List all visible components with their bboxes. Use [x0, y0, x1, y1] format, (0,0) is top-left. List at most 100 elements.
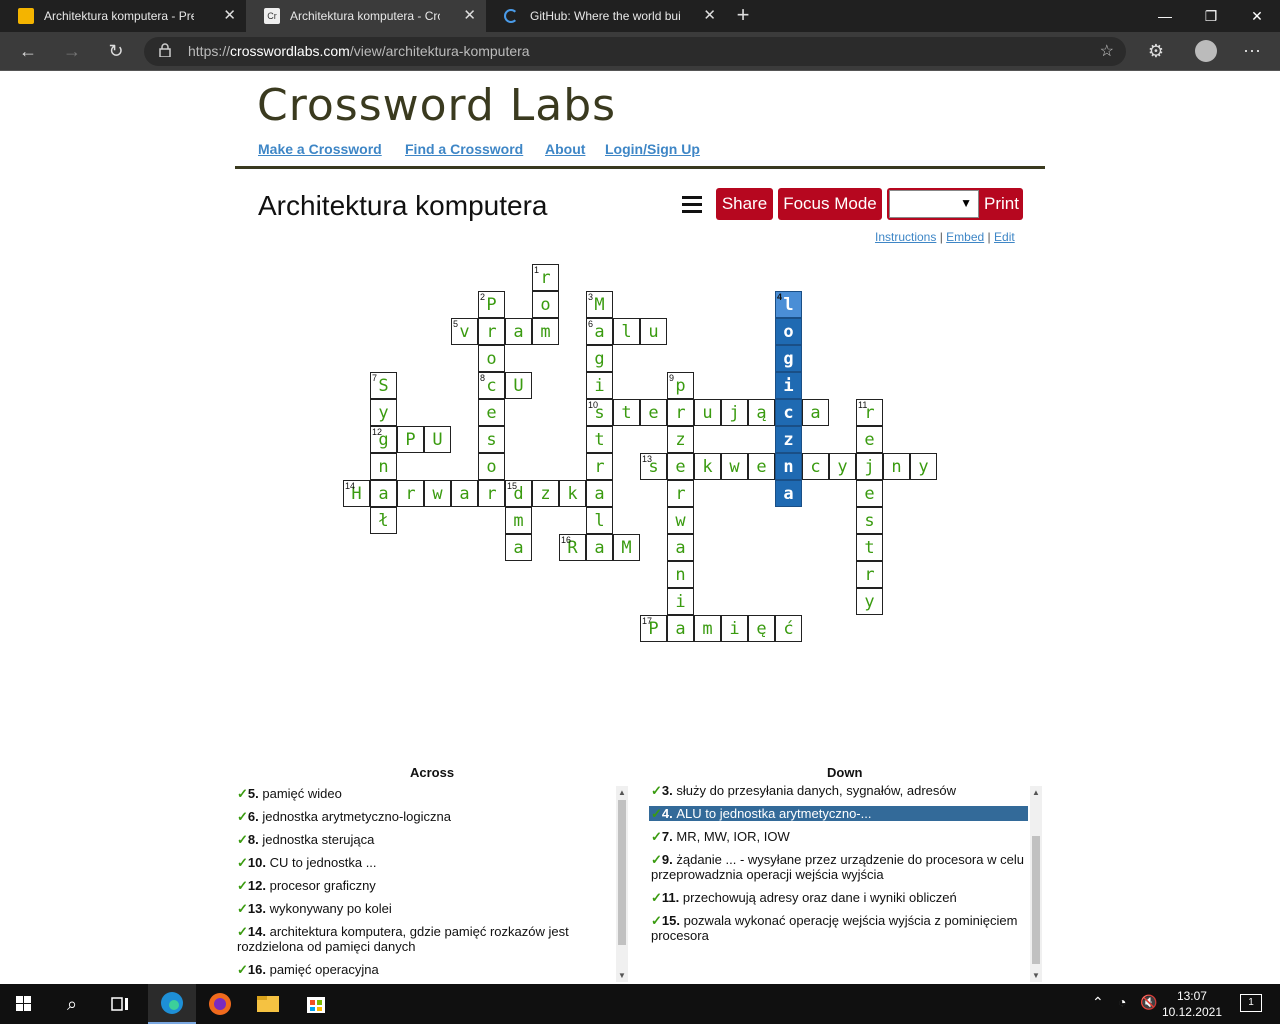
down-clue[interactable]: ✓9. żądanie ... - wysyłane przez urządze… — [649, 852, 1028, 882]
crossword-cell[interactable]: a — [505, 318, 532, 345]
crossword-cell[interactable]: i — [721, 615, 748, 642]
close-tab-icon[interactable]: ✕ — [703, 0, 716, 32]
print-options-select[interactable]: ▼ — [889, 190, 979, 218]
crossword-cell[interactable]: s — [856, 507, 883, 534]
embed-link[interactable]: Embed — [946, 230, 984, 244]
more-menu-icon[interactable]: ⋯ — [1238, 37, 1266, 65]
crossword-cell[interactable]: n — [370, 453, 397, 480]
tab-github[interactable]: GitHub: Where the world builds s ✕ — [486, 0, 726, 32]
crossword-cell[interactable]: z — [532, 480, 559, 507]
crossword-cell[interactable]: M — [613, 534, 640, 561]
crossword-cell[interactable]: u — [694, 399, 721, 426]
url-field[interactable]: https://crosswordlabs.com/view/architekt… — [144, 37, 1126, 66]
crossword-cell[interactable]: e — [856, 480, 883, 507]
crossword-cell[interactable]: e — [856, 426, 883, 453]
down-clue[interactable]: ✓7. MR, MW, IOR, IOW — [649, 829, 1028, 844]
across-clue[interactable]: ✓14. architektura komputera, gdzie pamię… — [235, 924, 613, 954]
crossword-cell[interactable]: l — [586, 507, 613, 534]
login-signup-link[interactable]: Login/Sign Up — [605, 141, 700, 157]
across-clue[interactable]: ✓12. procesor graficzny — [235, 878, 613, 893]
refresh-button[interactable]: ↻ — [102, 37, 130, 65]
crossword-cell[interactable]: r — [397, 480, 424, 507]
down-clue[interactable]: ✓3. służy do przesyłania danych, sygnałó… — [649, 783, 1028, 798]
crossword-cell[interactable]: 16 R — [559, 534, 586, 561]
across-clue[interactable]: ✓16. pamięć operacyjna — [235, 962, 613, 977]
file-explorer-taskbar-icon[interactable] — [244, 984, 292, 1024]
crossword-cell[interactable]: 15 d — [505, 480, 532, 507]
crossword-cell[interactable]: a — [505, 534, 532, 561]
crossword-cell[interactable]: 11 r — [856, 399, 883, 426]
network-icon[interactable]: ◔ — [1118, 994, 1126, 1010]
crossword-cell[interactable]: r — [667, 480, 694, 507]
crossword-cell[interactable]: r — [856, 561, 883, 588]
down-clue[interactable]: ✓4. ALU to jednostka arytmetyczno-... — [649, 806, 1028, 821]
crossword-cell[interactable]: e — [640, 399, 667, 426]
crossword-cell[interactable]: ł — [370, 507, 397, 534]
crossword-cell[interactable]: z — [775, 426, 802, 453]
crossword-cell[interactable]: j — [856, 453, 883, 480]
crossword-cell[interactable]: i — [775, 372, 802, 399]
crossword-cell[interactable]: g — [775, 345, 802, 372]
tab-presentation[interactable]: Architektura komputera - Prezen ✕ — [0, 0, 246, 32]
store-taskbar-icon[interactable] — [292, 984, 340, 1024]
crossword-cell[interactable]: s — [478, 426, 505, 453]
crossword-cell[interactable]: e — [667, 453, 694, 480]
crossword-cell[interactable]: a — [802, 399, 829, 426]
down-clue[interactable]: ✓11. przechowują adresy oraz dane i wyni… — [649, 890, 1028, 905]
across-clue[interactable]: ✓6. jednostka arytmetyczno-logiczna — [235, 809, 613, 824]
crossword-cell[interactable]: o — [775, 318, 802, 345]
crossword-cell[interactable]: 7S — [370, 372, 397, 399]
crossword-cell[interactable]: w — [721, 453, 748, 480]
start-button[interactable] — [0, 984, 48, 1024]
crossword-cell[interactable]: 14 H — [343, 480, 370, 507]
instructions-link[interactable]: Instructions — [875, 230, 936, 244]
crossword-cell[interactable]: c — [775, 399, 802, 426]
crossword-cell[interactable]: y — [910, 453, 937, 480]
crossword-cell[interactable]: i — [667, 588, 694, 615]
crossword-cell[interactable]: j — [721, 399, 748, 426]
crossword-cell[interactable]: ą — [748, 399, 775, 426]
edit-link[interactable]: Edit — [994, 230, 1015, 244]
across-clue[interactable]: ✓5. pamięć wideo — [235, 786, 613, 801]
find-crossword-link[interactable]: Find a Crossword — [405, 141, 523, 157]
about-link[interactable]: About — [545, 141, 585, 157]
crossword-cell[interactable]: m — [505, 507, 532, 534]
close-window-button[interactable]: ✕ — [1234, 0, 1280, 32]
site-logo[interactable]: Crossword Labs — [257, 80, 616, 131]
firefox-taskbar-icon[interactable] — [196, 984, 244, 1024]
back-button[interactable]: ← — [14, 37, 42, 65]
crossword-cell[interactable]: 9p — [667, 372, 694, 399]
crossword-cell[interactable]: r — [478, 480, 505, 507]
clock[interactable]: 13:07 10.12.2021 — [1162, 988, 1222, 1020]
crossword-cell[interactable]: 5v — [451, 318, 478, 345]
restore-button[interactable]: ❐ — [1188, 0, 1234, 32]
crossword-cell[interactable]: 17 P — [640, 615, 667, 642]
crossword-cell[interactable]: u — [640, 318, 667, 345]
add-favorite-icon[interactable]: ☆ — [1100, 41, 1114, 61]
down-scrollbar[interactable]: ▲ ▼ — [1030, 786, 1042, 982]
crossword-cell[interactable]: t — [613, 399, 640, 426]
profile-icon[interactable] — [1192, 37, 1220, 65]
crossword-cell[interactable]: r — [478, 318, 505, 345]
crossword-cell[interactable]: c — [802, 453, 829, 480]
crossword-cell[interactable]: a — [775, 480, 802, 507]
crossword-cell[interactable]: a — [586, 534, 613, 561]
crossword-cell[interactable]: 1r — [532, 264, 559, 291]
crossword-cell[interactable]: n — [667, 561, 694, 588]
extensions-icon[interactable]: ⚙ — [1142, 37, 1170, 65]
share-button[interactable]: Share — [716, 188, 773, 220]
crossword-cell[interactable]: z — [667, 426, 694, 453]
close-tab-icon[interactable]: ✕ — [463, 0, 476, 32]
crossword-cell[interactable]: y — [856, 588, 883, 615]
focus-mode-button[interactable]: Focus Mode — [778, 188, 882, 220]
crossword-cell[interactable]: m — [532, 318, 559, 345]
crossword-cell[interactable]: o — [532, 291, 559, 318]
crossword-cell[interactable]: 12 g — [370, 426, 397, 453]
crossword-cell[interactable]: r — [667, 399, 694, 426]
crossword-cell[interactable]: P — [397, 426, 424, 453]
crossword-cell[interactable]: y — [829, 453, 856, 480]
close-tab-icon[interactable]: ✕ — [223, 0, 236, 32]
crossword-cell[interactable]: o — [478, 453, 505, 480]
notification-icon[interactable]: 1 — [1240, 994, 1262, 1012]
down-clue[interactable]: ✓15. pozwala wykonać operację wejścia wy… — [649, 913, 1028, 943]
